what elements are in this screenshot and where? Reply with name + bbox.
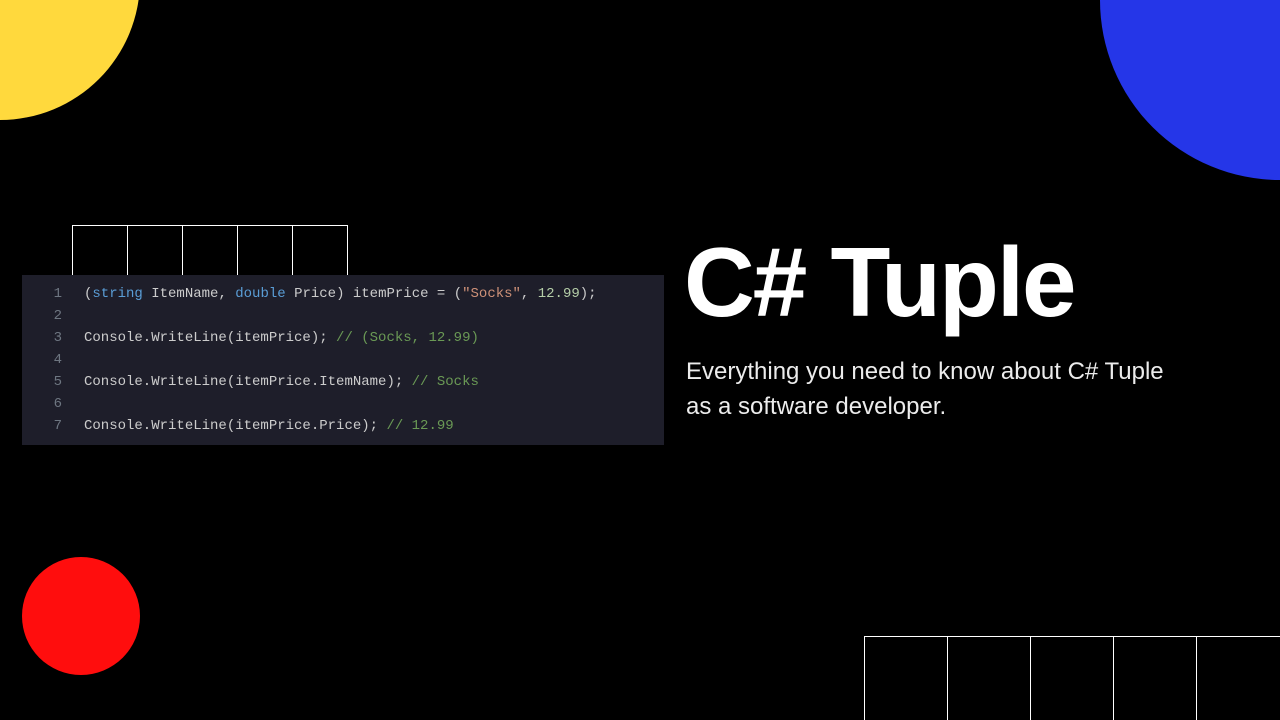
code-line: 1(string ItemName, double Price) itemPri… [22,283,664,305]
line-number: 5 [22,371,84,393]
grid-top-decor [72,225,348,281]
code-line: 3Console.WriteLine(itemPrice); // (Socks… [22,327,664,349]
code-content [84,393,92,415]
grid-cell [1030,636,1114,720]
code-block: 1(string ItemName, double Price) itemPri… [22,275,664,445]
grid-cell [864,636,948,720]
code-line: 2 [22,305,664,327]
grid-cell [1196,636,1280,720]
line-number: 3 [22,327,84,349]
grid-cell [237,225,293,281]
code-line: 7Console.WriteLine(itemPrice.Price); // … [22,415,664,437]
grid-cell [127,225,183,281]
yellow-circle-decor [0,0,140,120]
code-content: (string ItemName, double Price) itemPric… [84,283,597,305]
code-line: 5Console.WriteLine(itemPrice.ItemName); … [22,371,664,393]
grid-cell [947,636,1031,720]
line-number: 4 [22,349,84,371]
blue-quarter-decor [1100,0,1280,180]
code-content: Console.WriteLine(itemPrice); // (Socks,… [84,327,479,349]
code-content [84,349,92,371]
code-line: 4 [22,349,664,371]
grid-cell [182,225,238,281]
page-title: C# Tuple [684,233,1075,331]
line-number: 7 [22,415,84,437]
line-number: 1 [22,283,84,305]
red-circle-decor [22,557,140,675]
code-line: 6 [22,393,664,415]
page-subtitle: Everything you need to know about C# Tup… [686,355,1186,425]
line-number: 2 [22,305,84,327]
line-number: 6 [22,393,84,415]
code-content [84,305,92,327]
code-content: Console.WriteLine(itemPrice.Price); // 1… [84,415,454,437]
code-content: Console.WriteLine(itemPrice.ItemName); /… [84,371,479,393]
grid-bottom-decor [865,636,1280,720]
grid-cell [72,225,128,281]
grid-cell [1113,636,1197,720]
grid-cell [292,225,348,281]
